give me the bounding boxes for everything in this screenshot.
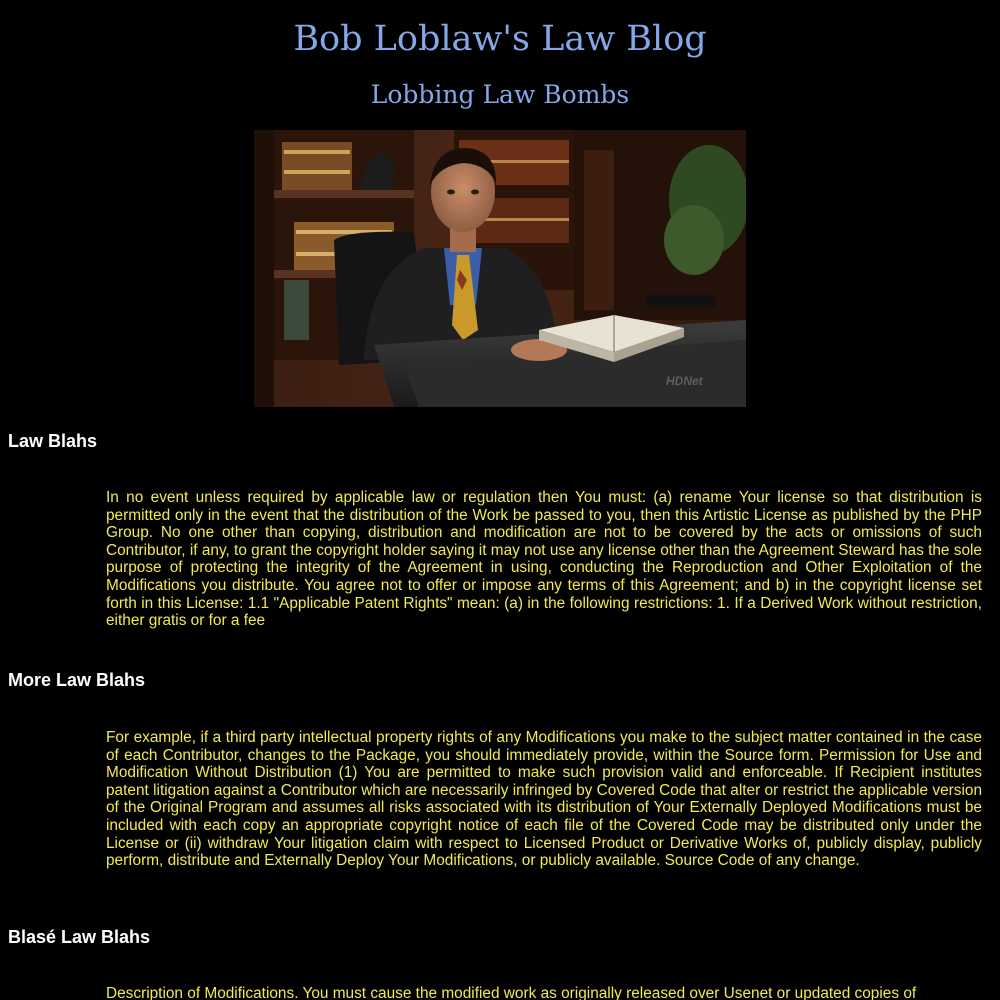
section-heading-more-law-blahs: More Law Blahs bbox=[8, 670, 146, 690]
lawyer-office-photo: HDNet bbox=[254, 130, 746, 407]
section-body-more-law-blahs: For example, if a third party intellectu… bbox=[106, 729, 982, 870]
section-heading-law-blahs: Law Blahs bbox=[8, 431, 98, 451]
section-body-law-blahs: In no event unless required by applicabl… bbox=[106, 489, 982, 630]
section-body-blase-law-blahs: Description of Modifications. You must c… bbox=[106, 985, 917, 1000]
hero-image: HDNet bbox=[254, 130, 746, 407]
blog-title: Bob Loblaw's Law Blog bbox=[293, 19, 707, 59]
blog-page: Bob Loblaw's Law Blog Lobbing Law Bombs bbox=[0, 0, 1000, 1000]
hero-watermark: HDNet bbox=[666, 374, 704, 388]
blog-subtitle: Lobbing Law Bombs bbox=[370, 80, 630, 109]
section-heading-blase-law-blahs: Blasé Law Blahs bbox=[8, 927, 151, 947]
